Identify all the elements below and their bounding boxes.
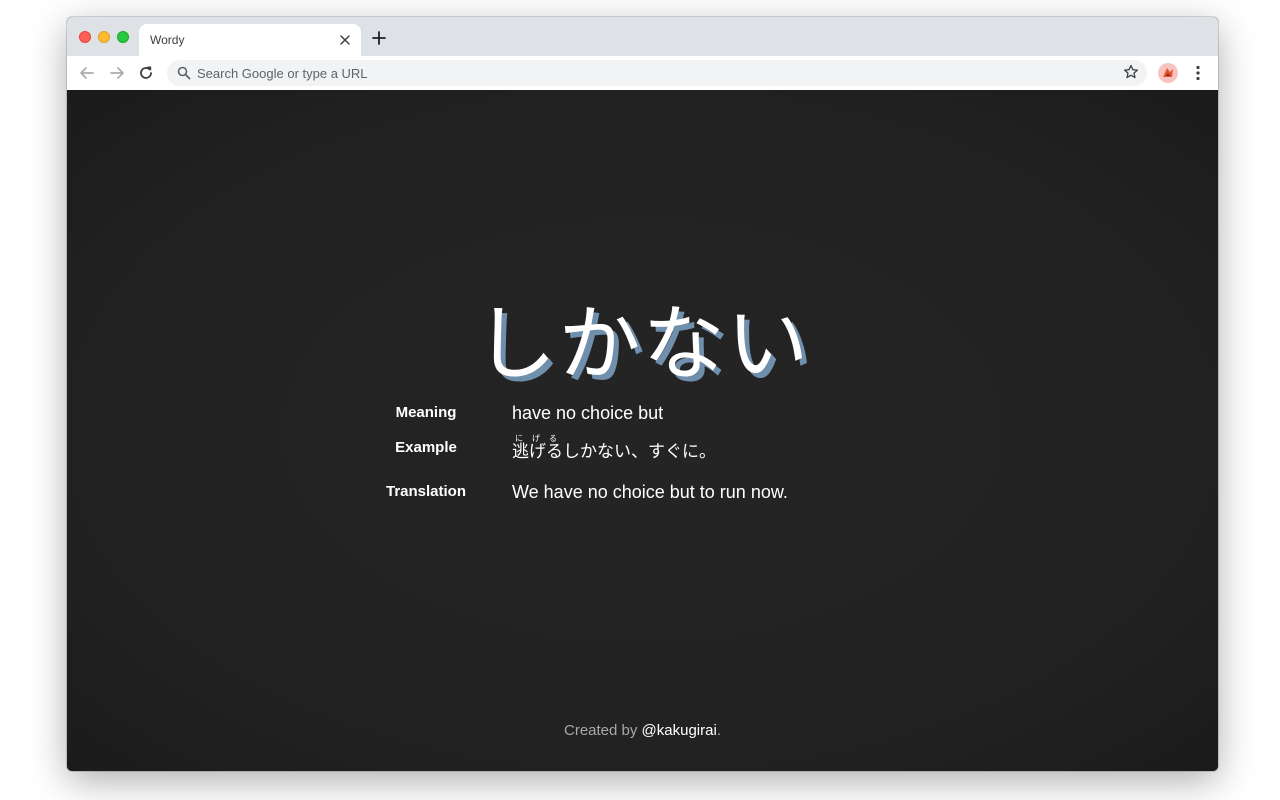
extension-icon[interactable] [1158,63,1178,83]
meaning-label: Meaning [395,404,457,421]
translation-label: Translation [385,483,467,500]
translation-value: We have no choice but to run now. [512,482,788,502]
meaning-value: have no choice but [512,403,664,423]
arrow-left-icon[interactable] [78,64,96,82]
page-content: しかない Meaning have no choice but Example … [67,90,1218,771]
footer-credit: Created by @kakugirai. [67,722,1218,739]
browser-window: Wordy Search Google or type a URL しかない M… [67,17,1218,771]
example-sentence: 逃にげげるるしかない、すぐに。 [512,434,716,462]
footer-prefix: Created by [564,722,642,739]
plus-icon[interactable] [371,30,387,46]
footer-suffix: . [716,722,721,739]
star-icon[interactable] [1123,64,1139,80]
example-ruby-ge: げげ [529,434,546,462]
minimize-window-button[interactable] [98,31,110,43]
omnibox[interactable] [167,60,1147,86]
tab-title: Wordy [150,33,185,47]
arrow-right-icon[interactable] [108,64,126,82]
close-window-button[interactable] [79,31,91,43]
example-label: Example [395,439,457,456]
tab-wordy[interactable]: Wordy [139,24,361,56]
word-heading: しかない [474,297,811,392]
close-icon[interactable] [337,32,353,48]
maximize-window-button[interactable] [117,31,129,43]
browser-toolbar [67,56,1218,91]
example-ruby-kanji: 逃に [512,434,529,462]
omnibox-input[interactable] [197,63,1097,83]
tab-strip: Wordy [67,17,1218,56]
search-icon [177,66,191,80]
author-link[interactable]: @kakugirai [642,722,717,739]
example-ruby-ru: るる [546,434,563,462]
kebab-menu-icon[interactable] [1192,64,1204,82]
reload-icon[interactable] [137,64,155,82]
fox-avatar-icon [1163,68,1173,77]
example-rest: しかない、すぐに。 [563,442,716,462]
